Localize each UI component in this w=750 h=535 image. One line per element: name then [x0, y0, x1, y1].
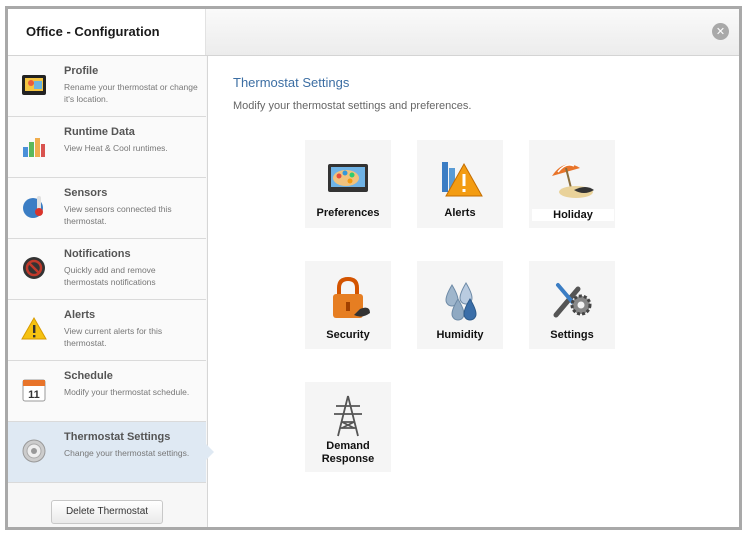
configuration-window: Office - Configuration ✕ Profile Rename … [5, 6, 742, 530]
water-drops-icon [445, 282, 477, 321]
sidebar-item-label: Thermostat Settings [64, 431, 171, 443]
window-title: Office - Configuration [26, 24, 160, 39]
calendar-day: 11 [28, 389, 40, 401]
profile-photo-icon [22, 75, 46, 95]
tile-label: Response [321, 453, 375, 465]
sidebar-item-description: View sensors connected this thermostat. [64, 204, 172, 226]
no-entry-icon [23, 257, 45, 279]
padlock-icon [333, 276, 370, 318]
bar-chart-icon [23, 138, 45, 157]
page-subtitle: Modify your thermostat settings and pref… [233, 100, 472, 112]
tile-humidity[interactable]: Humidity [417, 261, 503, 349]
sidebar-item-description: Quickly add and remove thermostats notif… [64, 265, 156, 287]
sidebar-item-runtime-data[interactable]: Runtime Data View Heat & Cool runtimes. [8, 117, 206, 178]
tile-preferences[interactable]: Preferences [305, 140, 391, 228]
palette-screen-icon [328, 164, 368, 192]
close-icon[interactable]: ✕ [712, 23, 729, 40]
tile-alerts[interactable]: Alerts [417, 140, 503, 228]
sidebar: Profile Rename your thermostat or change… [8, 56, 214, 527]
power-tower-icon [334, 395, 362, 437]
sidebar-item-label: Profile [64, 65, 99, 77]
tile-demand-response[interactable]: Demand Response [305, 382, 391, 472]
tile-settings[interactable]: Settings [529, 261, 615, 349]
sidebar-item-description: Modify your thermostat schedule. [64, 387, 190, 397]
sidebar-item-label: Notifications [64, 248, 131, 260]
tile-label: Humidity [436, 329, 484, 341]
delete-thermostat-button[interactable]: Delete Thermostat [51, 500, 163, 524]
warning-icon [21, 316, 47, 340]
sidebar-item-description: Change your thermostat settings. [64, 448, 190, 458]
sidebar-item-thermostat-settings[interactable]: Thermostat Settings Change your thermost… [8, 422, 214, 483]
sidebar-item-description: View current alerts for this thermostat. [64, 326, 163, 348]
tile-label: Security [326, 329, 370, 341]
tile-label: Alerts [444, 207, 476, 219]
tile-label: Demand [326, 440, 370, 452]
sidebar-item-label: Sensors [64, 187, 108, 199]
tile-holiday[interactable]: Holiday [529, 140, 615, 228]
warning-chart-icon [442, 162, 483, 197]
tools-gear-icon [553, 283, 592, 318]
beach-umbrella-icon [552, 164, 594, 198]
page-title: Thermostat Settings [233, 75, 350, 90]
tile-security[interactable]: Security [305, 261, 391, 349]
sidebar-item-notifications[interactable]: Notifications Quickly add and remove the… [8, 239, 206, 300]
thermostat-dial-icon [22, 439, 46, 463]
sidebar-item-label: Runtime Data [64, 126, 135, 138]
sidebar-item-label: Alerts [64, 309, 96, 321]
thermometer-icon [23, 196, 43, 218]
sidebar-item-sensors[interactable]: Sensors View sensors connected this ther… [8, 178, 206, 239]
sidebar-item-label: Schedule [64, 370, 113, 382]
title-tab: Office - Configuration [8, 9, 206, 55]
tile-label: Holiday [532, 209, 614, 221]
sidebar-item-description: Rename your thermostat or change it's lo… [64, 82, 198, 104]
sidebar-item-schedule[interactable]: 11 Schedule Modify your thermostat sched… [8, 361, 206, 422]
sidebar-item-profile[interactable]: Profile Rename your thermostat or change… [8, 56, 206, 117]
calendar-icon: 11 [22, 379, 46, 402]
tile-label: Preferences [316, 207, 380, 219]
sidebar-item-description: View Heat & Cool runtimes. [64, 143, 168, 153]
sidebar-item-alerts[interactable]: Alerts View current alerts for this ther… [8, 300, 206, 361]
title-bar: Office - Configuration ✕ [8, 9, 739, 56]
tile-label: Settings [550, 329, 594, 341]
